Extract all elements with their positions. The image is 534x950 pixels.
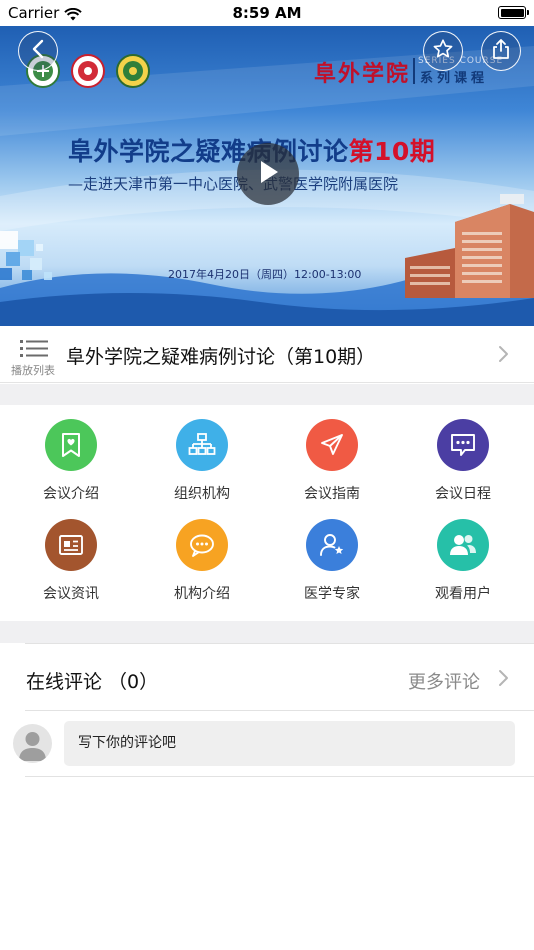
org-chart-icon[interactable] — [176, 419, 228, 471]
speech-bubble-icon[interactable] — [176, 519, 228, 571]
playlist-bar[interactable]: 播放列表 阜外学院之疑难病例讨论（第10期） — [0, 326, 534, 383]
banner-title-accent: 第10期 — [348, 137, 436, 166]
play-icon — [255, 158, 281, 190]
grid-label: 机构介绍 — [174, 586, 230, 602]
list-icon[interactable] — [20, 339, 48, 363]
more-comments-link[interactable]: 更多评论 — [408, 668, 480, 694]
divider — [25, 643, 534, 644]
banner-date: 2017年4月20日（周四）12:00-13:00 — [168, 268, 362, 281]
feature-grid: 会议介绍 组织机构 会议指南 会议日程 会议资讯 机构介绍 医学专家 观看用户 — [0, 405, 534, 621]
news-card-icon[interactable] — [45, 519, 97, 571]
grid-label: 组织机构 — [174, 486, 230, 502]
section-divider — [0, 621, 534, 643]
banner-series: 系列课程 — [420, 71, 489, 86]
bookmark-heart-icon[interactable] — [45, 419, 97, 471]
comments-section: 在线评论 （0） 更多评论 写下你的评论吧 — [0, 643, 534, 950]
star-icon — [432, 38, 454, 64]
grid-label: 会议指南 — [304, 486, 360, 502]
divider — [25, 710, 534, 711]
comments-title: 在线评论 （0） — [26, 671, 159, 693]
banner-divider — [413, 58, 415, 84]
favorite-button[interactable] — [423, 31, 463, 71]
divider — [25, 776, 534, 777]
chat-bubble-icon[interactable] — [437, 419, 489, 471]
grid-label: 医学专家 — [304, 586, 360, 602]
back-button[interactable] — [18, 31, 58, 71]
user-icon — [13, 732, 52, 763]
playlist-title[interactable]: 阜外学院之疑难病例讨论（第10期） — [66, 342, 375, 369]
banner-title-main: 阜外学院之疑难病例讨论 — [68, 137, 349, 166]
video-banner[interactable]: 阜外学院 SERIES COURSE 系列课程 阜外学院之疑难病例讨论第10期 … — [0, 26, 534, 326]
play-button[interactable] — [237, 143, 299, 205]
paper-plane-icon[interactable] — [306, 419, 358, 471]
grid-item-organization[interactable]: 组织机构 — [136, 405, 266, 505]
user-star-icon[interactable] — [306, 519, 358, 571]
share-button[interactable] — [481, 31, 521, 71]
banner-subtitle: —走进天津市第一中心医院、武警医学院附属医院 — [68, 175, 399, 193]
playlist-label[interactable]: 播放列表 — [11, 362, 55, 378]
grid-item-meeting-guide[interactable]: 会议指南 — [266, 405, 396, 505]
clock: 8:59 AM — [232, 4, 302, 22]
banner-brand: 阜外学院 — [314, 61, 411, 87]
grid-item-institution-intro[interactable]: 机构介绍 — [136, 505, 266, 605]
grid-item-meeting-schedule[interactable]: 会议日程 — [397, 405, 527, 505]
chevron-right-icon[interactable] — [498, 345, 509, 367]
comment-input[interactable]: 写下你的评论吧 — [64, 721, 515, 766]
grid-label: 会议日程 — [435, 486, 491, 502]
grid-label: 观看用户 — [435, 586, 491, 602]
share-icon — [491, 38, 511, 64]
grid-label: 会议资讯 — [43, 586, 99, 602]
status-bar: Carrier 8:59 AM — [0, 0, 534, 26]
chevron-right-icon[interactable] — [498, 669, 509, 691]
battery-icon — [498, 6, 529, 19]
grid-item-viewers[interactable]: 观看用户 — [397, 505, 527, 605]
section-divider — [0, 384, 534, 405]
grid-item-meeting-news[interactable]: 会议资讯 — [5, 505, 135, 605]
grid-item-medical-experts[interactable]: 医学专家 — [266, 505, 396, 605]
avatar — [13, 724, 52, 763]
hospital-logo-2 — [71, 54, 105, 88]
hospital-logo-3 — [116, 54, 150, 88]
grid-label: 会议介绍 — [43, 486, 99, 502]
grid-item-meeting-intro[interactable]: 会议介绍 — [5, 405, 135, 505]
users-icon[interactable] — [437, 519, 489, 571]
chevron-left-icon — [31, 39, 45, 63]
